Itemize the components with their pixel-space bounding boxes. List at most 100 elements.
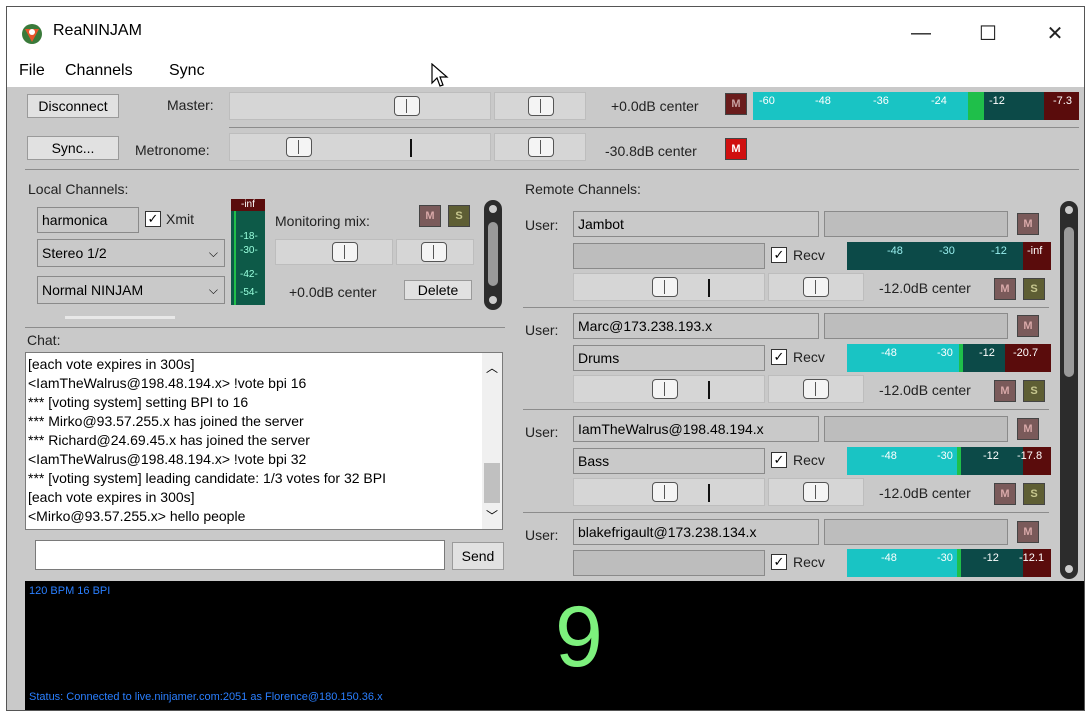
master-mute-button[interactable]: M bbox=[725, 93, 747, 115]
metronome-volume-slider[interactable] bbox=[229, 133, 491, 161]
beat-display: 120 BPM 16 BPI 9 Status: Connected to li… bbox=[25, 581, 1084, 710]
remote-volume-knob[interactable] bbox=[652, 482, 678, 502]
mode-select[interactable]: Normal NINJAM ⌵ bbox=[37, 276, 225, 304]
recv-checkbox[interactable]: ✓ bbox=[771, 247, 787, 263]
chevron-up-icon[interactable]: ︿ bbox=[486, 359, 498, 376]
meter-tick: -12 bbox=[983, 450, 999, 462]
local-scrollbar[interactable] bbox=[484, 200, 502, 310]
xmit-checkbox[interactable]: ✓ bbox=[145, 211, 161, 227]
local-hscroll[interactable] bbox=[65, 316, 175, 319]
meter-tick: -12 bbox=[989, 95, 1005, 107]
remote-volume-knob[interactable] bbox=[652, 277, 678, 297]
channel-solo-button[interactable]: S bbox=[1023, 278, 1045, 300]
vu-label: -inf bbox=[241, 199, 255, 210]
local-channel-name-field[interactable]: harmonica bbox=[37, 207, 139, 233]
remote-volume-slider[interactable] bbox=[573, 273, 765, 301]
menu-file[interactable]: File bbox=[19, 62, 45, 80]
status-line: Status: Connected to live.ninjamer.com:2… bbox=[29, 691, 383, 703]
remote-pan-knob[interactable] bbox=[803, 277, 829, 297]
delete-channel-button[interactable]: Delete bbox=[404, 280, 472, 300]
remote-vu-meter: -48 -30 -12 -inf bbox=[847, 242, 1051, 270]
divider bbox=[25, 169, 1079, 170]
chat-scrollbar[interactable]: ︿ ﹀ bbox=[482, 353, 502, 529]
remote-volume-knob[interactable] bbox=[652, 379, 678, 399]
meter-tick: -12 bbox=[979, 347, 995, 359]
channel-solo-button[interactable]: S bbox=[1023, 483, 1045, 505]
remote-pan-slider[interactable] bbox=[768, 375, 864, 403]
metronome-volume-knob[interactable] bbox=[286, 137, 312, 157]
local-volume-slider[interactable] bbox=[275, 239, 393, 265]
vu-label: -42- bbox=[240, 269, 258, 280]
chat-line: *** Mirko@93.57.255.x has joined the ser… bbox=[28, 413, 304, 429]
user-mute-button[interactable]: M bbox=[1017, 418, 1039, 440]
send-button[interactable]: Send bbox=[452, 542, 504, 570]
remote-pan-slider[interactable] bbox=[768, 478, 864, 506]
chat-input[interactable] bbox=[35, 540, 445, 570]
meter-tick: -12 bbox=[991, 245, 1007, 257]
channel-mute-button[interactable]: M bbox=[994, 278, 1016, 300]
recv-checkbox[interactable]: ✓ bbox=[771, 349, 787, 365]
local-readout: +0.0dB center bbox=[289, 284, 377, 300]
local-solo-button[interactable]: S bbox=[448, 205, 470, 227]
metronome-pan-slider[interactable] bbox=[494, 133, 586, 161]
recv-checkbox[interactable]: ✓ bbox=[771, 452, 787, 468]
user-label: User: bbox=[525, 322, 559, 338]
remote-pan-slider[interactable] bbox=[768, 273, 864, 301]
remote-channel-name bbox=[573, 243, 765, 269]
unity-marker bbox=[708, 484, 710, 502]
user-mute-button[interactable]: M bbox=[1017, 521, 1039, 543]
menu-channels[interactable]: Channels bbox=[65, 62, 133, 80]
metronome-readout: -30.8dB center bbox=[605, 143, 697, 159]
channel-mute-button[interactable]: M bbox=[994, 380, 1016, 402]
menu-sync[interactable]: Sync bbox=[169, 62, 205, 80]
sync-button[interactable]: Sync... bbox=[27, 136, 119, 160]
chat-line: [each vote expires in 300s] bbox=[28, 489, 195, 505]
remote-user-name: IamTheWalrus@198.48.194.x bbox=[573, 416, 819, 442]
recv-checkbox[interactable]: ✓ bbox=[771, 554, 787, 570]
window-title: ReaNINJAM bbox=[53, 22, 142, 39]
master-pan-knob[interactable] bbox=[528, 96, 554, 116]
user-mute-button[interactable]: M bbox=[1017, 213, 1039, 235]
maximize-button[interactable]: ☐ bbox=[959, 7, 1017, 59]
mode-select-value: Normal NINJAM bbox=[42, 282, 144, 298]
local-pan-knob[interactable] bbox=[421, 242, 447, 262]
meter-peak: -17.8 bbox=[1017, 450, 1043, 462]
channel-mute-button[interactable]: M bbox=[994, 483, 1016, 505]
unity-marker bbox=[410, 139, 412, 157]
user-mute-button[interactable]: M bbox=[1017, 315, 1039, 337]
metronome-mute-button[interactable]: M bbox=[725, 138, 747, 160]
chevron-down-icon[interactable]: ﹀ bbox=[486, 507, 498, 524]
local-mute-button[interactable]: M bbox=[419, 205, 441, 227]
input-select-value: Stereo 1/2 bbox=[42, 245, 107, 261]
local-vu-meter: -inf -18- -30- -42- -54- bbox=[231, 199, 265, 305]
remote-vu-meter: -48 -30 -12 -12.1 bbox=[847, 549, 1051, 577]
user-label: User: bbox=[525, 217, 559, 233]
meter-tick: -24 bbox=[931, 95, 947, 107]
chat-line: <IamTheWalrus@198.48.194.x> !vote bpi 16 bbox=[28, 375, 307, 391]
local-pan-slider[interactable] bbox=[396, 239, 474, 265]
master-volume-knob[interactable] bbox=[394, 96, 420, 116]
master-volume-slider[interactable] bbox=[229, 92, 491, 120]
master-readout: +0.0dB center bbox=[611, 98, 699, 114]
channel-solo-button[interactable]: S bbox=[1023, 380, 1045, 402]
xmit-label: Xmit bbox=[166, 211, 194, 227]
master-pan-slider[interactable] bbox=[494, 92, 586, 120]
remote-volume-slider[interactable] bbox=[573, 375, 765, 403]
chat-scroll-thumb[interactable] bbox=[484, 463, 500, 503]
remote-scrollbar[interactable] bbox=[1060, 201, 1078, 579]
remote-pan-knob[interactable] bbox=[803, 379, 829, 399]
minimize-button[interactable]: — bbox=[892, 7, 950, 59]
local-volume-knob[interactable] bbox=[332, 242, 358, 262]
divider bbox=[25, 327, 505, 328]
divider bbox=[523, 512, 1049, 513]
chat-line: <IamTheWalrus@198.48.194.x> !vote bpi 32 bbox=[28, 451, 307, 467]
metronome-pan-knob[interactable] bbox=[528, 137, 554, 157]
meter-peak: -inf bbox=[1027, 245, 1043, 257]
menu-bar: File Channels Sync bbox=[7, 59, 1084, 87]
disconnect-button[interactable]: Disconnect bbox=[27, 94, 119, 118]
close-button[interactable]: ✕ bbox=[1026, 7, 1084, 59]
remote-volume-slider[interactable] bbox=[573, 478, 765, 506]
remote-user-extra bbox=[824, 313, 1008, 339]
input-select[interactable]: Stereo 1/2 ⌵ bbox=[37, 239, 225, 267]
remote-pan-knob[interactable] bbox=[803, 482, 829, 502]
